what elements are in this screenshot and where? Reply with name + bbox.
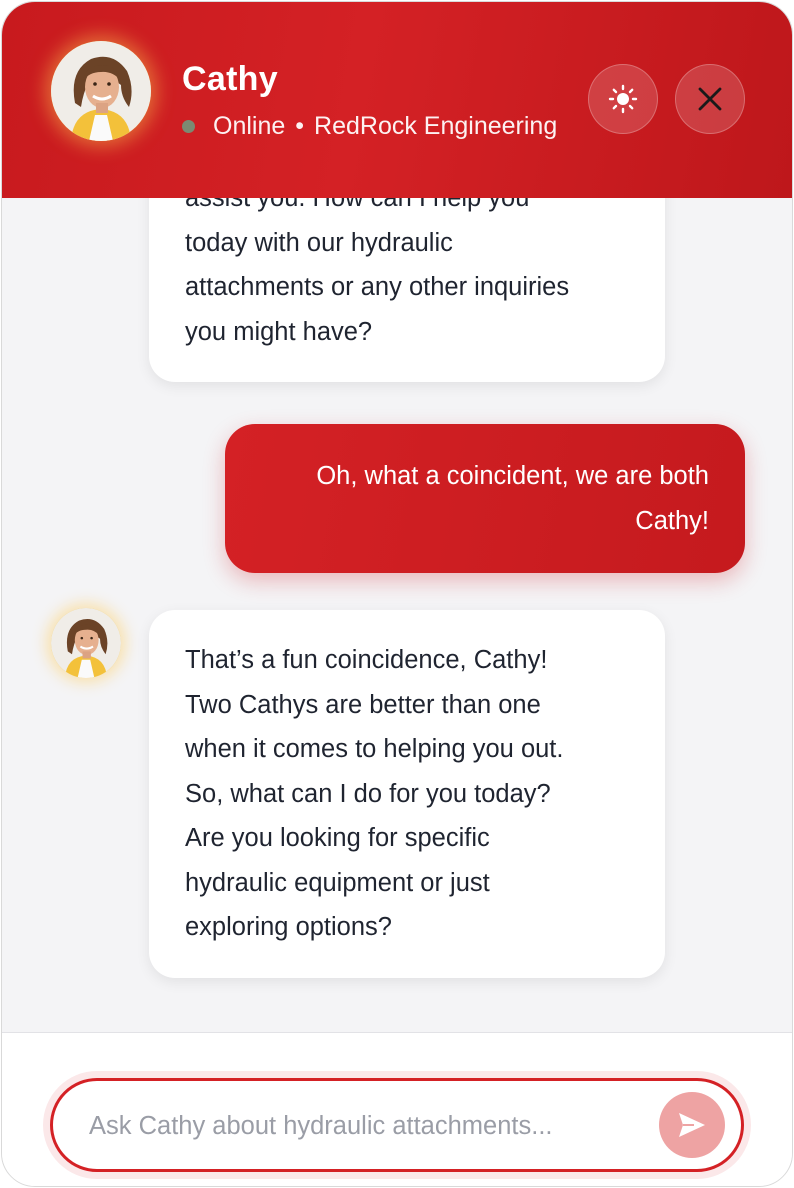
online-status-dot bbox=[182, 120, 195, 133]
close-icon bbox=[698, 87, 722, 111]
message-line: That’s a fun coincidence, Cathy! bbox=[185, 646, 548, 674]
assistant-message: That’s a fun coincidence, Cathy! Two Cat… bbox=[149, 610, 665, 978]
message-line: when it comes to helping you out. bbox=[185, 735, 564, 763]
message-line: Oh, what a coincident, we are both bbox=[316, 462, 709, 490]
chat-widget: Cathy Online • RedRock Engineering assis… bbox=[1, 1, 793, 1187]
message-line: hydraulic equipment or just bbox=[185, 868, 490, 897]
agent-avatar-image bbox=[51, 41, 151, 141]
message-composer bbox=[2, 1032, 792, 1186]
message-input-wrapper[interactable] bbox=[50, 1078, 744, 1172]
send-icon bbox=[679, 1113, 705, 1137]
agent-status: Online • RedRock Engineering bbox=[182, 112, 557, 141]
message-line: exploring options? bbox=[185, 913, 392, 941]
status-separator: • bbox=[295, 112, 305, 140]
message-line: Are you looking for specific bbox=[185, 824, 490, 852]
assistant-avatar bbox=[51, 608, 121, 678]
message-line: assist you. How can I help you bbox=[185, 198, 530, 212]
user-message: Oh, what a coincident, we are both Cathy… bbox=[225, 424, 745, 573]
assistant-avatar-image bbox=[51, 608, 121, 678]
message-line: So, what can I do for you today? bbox=[185, 779, 551, 808]
send-button[interactable] bbox=[659, 1092, 725, 1158]
sun-icon bbox=[608, 84, 638, 114]
message-line: today with our hydraulic bbox=[185, 228, 453, 257]
message-input[interactable] bbox=[87, 1081, 651, 1171]
message-line: you might have? bbox=[185, 317, 373, 346]
assistant-message: assist you. How can I help you today wit… bbox=[149, 198, 665, 382]
agent-name: Cathy bbox=[182, 60, 278, 98]
chat-header: Cathy Online • RedRock Engineering bbox=[2, 2, 792, 198]
message-line: attachments or any other inquiries bbox=[185, 273, 570, 301]
close-chat-button[interactable] bbox=[675, 64, 745, 134]
agent-avatar bbox=[51, 41, 151, 141]
message-line: Cathy! bbox=[635, 506, 709, 535]
status-text: Online bbox=[213, 112, 286, 140]
message-list[interactable]: assist you. How can I help you today wit… bbox=[2, 198, 792, 1032]
message-line: Two Cathys are better than one bbox=[185, 690, 541, 719]
theme-toggle-button[interactable] bbox=[588, 64, 658, 134]
company-name: RedRock Engineering bbox=[314, 112, 558, 140]
